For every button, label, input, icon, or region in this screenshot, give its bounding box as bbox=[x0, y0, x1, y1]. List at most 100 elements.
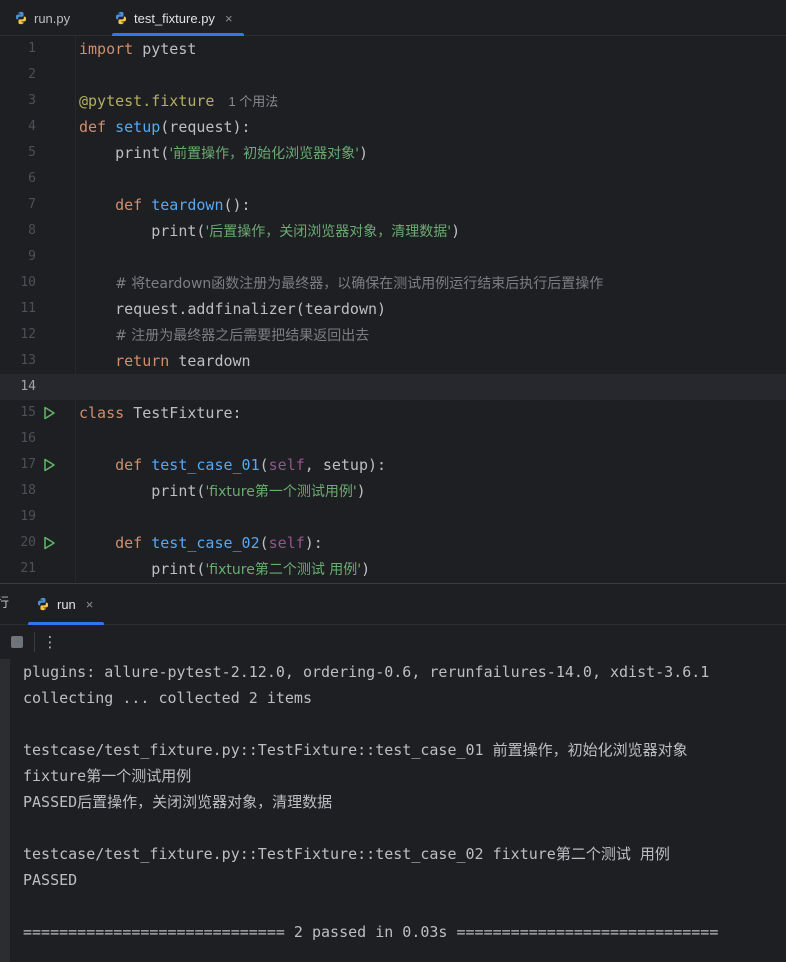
line-number: 9 bbox=[28, 249, 36, 264]
code-token: (request): bbox=[160, 118, 251, 136]
code-editor[interactable]: 1 import pytest 2 3 @pytest.fixture 1 个用法 4 def… bbox=[0, 36, 786, 582]
code-token: ) bbox=[359, 144, 369, 162]
console-line: ============================= 2 passed i… bbox=[23, 923, 719, 941]
code-text: # 将teardown函数注册为最终器，以确保在测试用例运行结束后执行后置操作 bbox=[79, 270, 603, 297]
tab-test-fixture-py[interactable]: test_fixture.py × bbox=[112, 0, 244, 36]
code-token: test_case_02 bbox=[151, 534, 260, 552]
code-token: # 注册为最终器之后需要把结果返回出去 bbox=[115, 328, 370, 344]
stop-icon[interactable] bbox=[11, 636, 23, 648]
code-token: teardown bbox=[151, 196, 224, 214]
line-number: 21 bbox=[20, 561, 36, 576]
line-number: 6 bbox=[28, 171, 36, 186]
code-text: @pytest.fixture 1 个用法 bbox=[79, 88, 278, 115]
code-token: return bbox=[115, 352, 170, 370]
more-options-icon[interactable]: ⋮ bbox=[42, 629, 58, 655]
code-line[interactable]: 10 # 将teardown函数注册为最终器，以确保在测试用例运行结束后执行后置… bbox=[0, 270, 786, 296]
code-token: ( bbox=[259, 456, 269, 474]
code-token: def bbox=[115, 196, 152, 214]
code-text: print('fixture第二个测试 用例') bbox=[79, 556, 370, 582]
code-text: class TestFixture: bbox=[79, 400, 242, 426]
code-line[interactable]: 21 print('fixture第二个测试 用例') bbox=[0, 556, 786, 582]
console-line: PASSED后置操作，关闭浏览器对象，清理数据 bbox=[23, 793, 333, 811]
code-text: print('fixture第一个测试用例') bbox=[79, 478, 365, 505]
code-token: ) bbox=[361, 560, 371, 578]
code-line[interactable]: 9 bbox=[0, 244, 786, 270]
line-number: 20 bbox=[20, 535, 36, 550]
code-text: def teardown(): bbox=[79, 192, 250, 218]
code-token: class bbox=[79, 404, 134, 422]
line-number: 13 bbox=[20, 353, 36, 368]
close-run-tab-icon[interactable]: × bbox=[86, 597, 94, 612]
code-line[interactable]: 17 def test_case_01(self, setup): bbox=[0, 452, 786, 478]
run-test-icon[interactable] bbox=[42, 536, 56, 550]
code-line[interactable]: 20 def test_case_02(self): bbox=[0, 530, 786, 556]
code-line[interactable]: 2 bbox=[0, 62, 786, 88]
code-line[interactable]: 5 print('前置操作，初始化浏览器对象') bbox=[0, 140, 786, 166]
console-line: PASSED bbox=[23, 871, 78, 889]
line-number: 8 bbox=[28, 223, 36, 238]
code-line[interactable]: 8 print('后置操作，关闭浏览器对象，清理数据') bbox=[0, 218, 786, 244]
code-token: print( bbox=[79, 144, 170, 162]
tab-run-py[interactable]: run.py bbox=[14, 0, 70, 36]
toolbar-divider bbox=[34, 632, 35, 652]
console-line: plugins: allure-pytest-2.12.0, ordering-… bbox=[23, 663, 710, 681]
code-line[interactable]: 13 return teardown bbox=[0, 348, 786, 374]
code-token: self bbox=[268, 534, 305, 552]
line-number: 2 bbox=[28, 67, 36, 82]
run-test-icon[interactable] bbox=[42, 458, 56, 472]
code-line[interactable]: 12 # 注册为最终器之后需要把结果返回出去 bbox=[0, 322, 786, 348]
code-text: def setup(request): bbox=[79, 114, 251, 140]
tab-label: run.py bbox=[34, 10, 71, 26]
panel-title[interactable]: 行 bbox=[0, 584, 9, 624]
code-line[interactable]: 18 print('fixture第一个测试用例') bbox=[0, 478, 786, 504]
code-line[interactable]: 14 bbox=[0, 374, 786, 400]
code-line[interactable]: 11 request.addfinalizer(teardown) bbox=[0, 296, 786, 322]
tab-run[interactable]: run × bbox=[28, 584, 104, 625]
line-number: 14 bbox=[20, 379, 36, 394]
console-line: testcase/test_fixture.py::TestFixture::t… bbox=[23, 741, 688, 759]
line-number: 11 bbox=[20, 301, 36, 316]
code-token: def bbox=[115, 534, 152, 552]
code-token: setup bbox=[115, 118, 161, 136]
line-number: 15 bbox=[20, 405, 36, 420]
run-console[interactable]: plugins: allure-pytest-2.12.0, ordering-… bbox=[0, 659, 786, 962]
python-icon bbox=[114, 11, 128, 25]
code-line[interactable]: 7 def teardown(): bbox=[0, 192, 786, 218]
line-number: 18 bbox=[20, 483, 36, 498]
run-test-icon[interactable] bbox=[42, 406, 56, 420]
code-token: def bbox=[79, 118, 116, 136]
code-line[interactable]: 15 class TestFixture: bbox=[0, 400, 786, 426]
code-token: print( bbox=[79, 222, 206, 240]
code-line[interactable]: 3 @pytest.fixture 1 个用法 bbox=[0, 88, 786, 114]
close-tab-icon[interactable]: × bbox=[225, 11, 233, 26]
code-line[interactable]: 19 bbox=[0, 504, 786, 530]
code-text: def test_case_01(self, setup): bbox=[79, 452, 386, 478]
code-line[interactable]: 6 bbox=[0, 166, 786, 192]
python-icon bbox=[36, 597, 50, 611]
console-gutter bbox=[0, 659, 10, 962]
code-text: # 注册为最终器之后需要把结果返回出去 bbox=[79, 322, 369, 349]
code-line[interactable]: 16 bbox=[0, 426, 786, 452]
run-toolbar: ⋮ bbox=[0, 625, 786, 659]
line-number: 7 bbox=[28, 197, 36, 212]
code-text: import pytest bbox=[79, 36, 196, 62]
line-number: 17 bbox=[20, 457, 36, 472]
code-text: return teardown bbox=[79, 348, 251, 374]
code-token: request.addfinalizer(teardown) bbox=[79, 300, 387, 318]
tab-label: test_fixture.py bbox=[134, 10, 215, 26]
console-line: collecting ... collected 2 items bbox=[23, 689, 312, 707]
code-token: print( bbox=[79, 482, 206, 500]
code-token: pytest bbox=[133, 40, 197, 58]
run-tab-label: run bbox=[57, 596, 76, 612]
code-line[interactable]: 1 import pytest bbox=[0, 36, 786, 62]
line-number: 1 bbox=[28, 41, 36, 56]
line-number: 3 bbox=[28, 93, 36, 108]
code-token: teardown bbox=[169, 352, 251, 370]
code-token: ): bbox=[304, 534, 323, 552]
code-token: self bbox=[268, 456, 305, 474]
usage-hint[interactable]: 1 个用法 bbox=[228, 94, 278, 109]
code-line[interactable]: 4 def setup(request): bbox=[0, 114, 786, 140]
